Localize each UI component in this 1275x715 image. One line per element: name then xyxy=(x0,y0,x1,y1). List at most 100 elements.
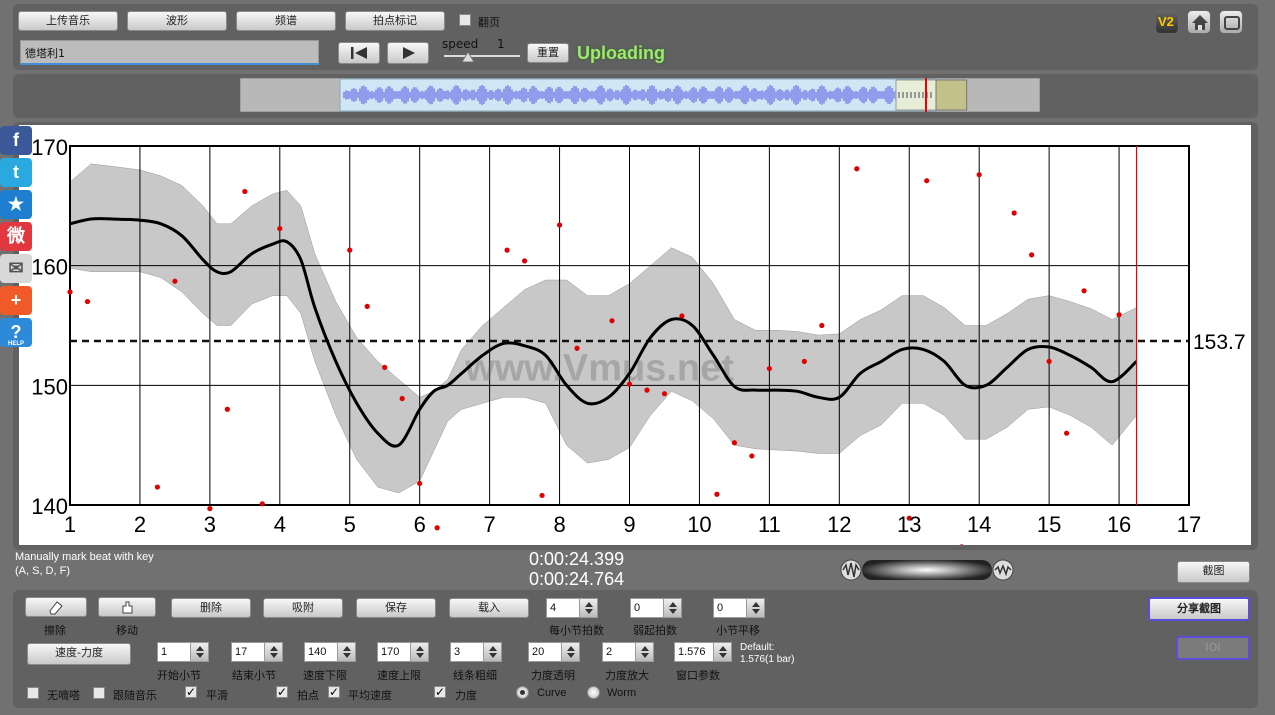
play-button[interactable] xyxy=(387,42,429,64)
beat-point[interactable] xyxy=(714,491,720,497)
beat-point[interactable] xyxy=(224,406,230,412)
follow-music-checkbox[interactable] xyxy=(93,687,105,699)
beat-point[interactable] xyxy=(277,225,283,232)
erase-tool-button[interactable] xyxy=(25,597,87,617)
dyn-scale-value[interactable]: 2 xyxy=(602,642,636,662)
delete-button[interactable]: 删除 xyxy=(171,598,251,618)
line-width-value[interactable]: 3 xyxy=(450,642,484,662)
reset-button[interactable]: 重置 xyxy=(527,43,569,63)
beat-point[interactable] xyxy=(399,395,405,402)
beat-point[interactable] xyxy=(854,166,860,172)
beat-point[interactable] xyxy=(1064,430,1070,436)
beats-per-bar-value[interactable]: 4 xyxy=(546,598,580,618)
dynamics-checkbox[interactable]: ✓ xyxy=(434,686,446,698)
beat-point[interactable] xyxy=(644,387,650,393)
track-name-field[interactable]: 德塔利1 xyxy=(20,40,319,65)
stepper-arrows[interactable] xyxy=(636,642,654,662)
beat-point[interactable] xyxy=(976,172,982,178)
beat-point[interactable] xyxy=(259,501,265,507)
worm-radio[interactable] xyxy=(587,686,600,699)
avg-tempo-checkbox[interactable]: ✓ xyxy=(328,686,340,698)
tempo-dynamics-button[interactable]: 速度-力度 xyxy=(27,643,131,665)
stepper-arrows[interactable] xyxy=(562,642,580,662)
add-icon[interactable]: + xyxy=(0,286,32,315)
stepper-arrows[interactable] xyxy=(411,642,429,662)
beat-point[interactable] xyxy=(924,178,930,184)
volume-control[interactable] xyxy=(840,559,1015,581)
beat-point[interactable] xyxy=(766,365,772,372)
pickup-value[interactable]: 0 xyxy=(630,598,664,618)
speed-slider-thumb[interactable] xyxy=(462,52,474,62)
dyn-scale-stepper[interactable]: 2 xyxy=(602,642,654,662)
fullscreen-button[interactable] xyxy=(1219,10,1243,34)
beat-point[interactable] xyxy=(1011,210,1017,216)
upload-music-button[interactable]: 上传音乐 xyxy=(18,11,118,31)
help-icon[interactable]: ? HELP xyxy=(0,318,32,347)
weibo-icon[interactable]: 微 xyxy=(0,222,32,251)
beat-point[interactable] xyxy=(801,358,807,364)
end-bar-stepper[interactable]: 17 xyxy=(231,642,283,662)
beat-point[interactable] xyxy=(1081,288,1087,294)
scrubber-selection-right[interactable] xyxy=(935,79,968,111)
end-bar-value[interactable]: 17 xyxy=(231,642,265,662)
beat-point[interactable] xyxy=(679,313,685,319)
beat-point[interactable] xyxy=(154,484,161,490)
pickup-stepper[interactable]: 0 xyxy=(630,598,682,618)
stepper-arrows[interactable] xyxy=(265,642,283,662)
stepper-arrows[interactable] xyxy=(714,642,732,662)
bar-shift-value[interactable]: 0 xyxy=(713,598,747,618)
stepper-arrows[interactable] xyxy=(664,598,682,618)
beat-point[interactable] xyxy=(504,247,510,253)
tempo-max-value[interactable]: 170 xyxy=(377,642,411,662)
stepper-arrows[interactable] xyxy=(580,598,598,618)
stepper-arrows[interactable] xyxy=(484,642,502,662)
tap-mark-button[interactable]: 拍点标记 xyxy=(345,11,445,31)
snap-button[interactable]: 吸附 xyxy=(263,598,343,618)
beat-point[interactable] xyxy=(749,453,755,459)
line-width-stepper[interactable]: 3 xyxy=(450,642,502,662)
beat-point[interactable] xyxy=(574,345,580,351)
beat-point[interactable] xyxy=(731,440,738,446)
save-button[interactable]: 保存 xyxy=(356,598,436,618)
tempo-min-value[interactable]: 140 xyxy=(304,642,338,662)
beat-point[interactable] xyxy=(609,318,615,324)
beat-point[interactable] xyxy=(67,289,73,295)
beats-per-bar-stepper[interactable]: 4 xyxy=(546,598,598,618)
load-button[interactable]: 载入 xyxy=(449,598,529,618)
beat-point[interactable] xyxy=(661,391,668,397)
stepper-arrows[interactable] xyxy=(338,642,356,662)
beat-point[interactable] xyxy=(1116,312,1122,318)
bar-shift-stepper[interactable]: 0 xyxy=(713,598,765,618)
ioi-button[interactable]: IOI xyxy=(1176,636,1250,660)
home-button[interactable] xyxy=(1187,10,1211,34)
spectrum-button[interactable]: 频谱 xyxy=(236,11,336,31)
beat-point[interactable] xyxy=(959,544,964,545)
tempo-min-stepper[interactable]: 140 xyxy=(304,642,356,662)
move-tool-button[interactable] xyxy=(98,597,156,617)
waveform-overview[interactable] xyxy=(240,78,1040,112)
share-screenshot-button[interactable]: 分享截图 xyxy=(1148,597,1250,621)
speed-slider[interactable] xyxy=(444,55,520,57)
start-bar-value[interactable]: 1 xyxy=(157,642,191,662)
page-turn-checkbox[interactable] xyxy=(459,14,471,26)
beat-point[interactable] xyxy=(521,258,528,264)
beat-point[interactable] xyxy=(417,480,423,487)
waveform-button[interactable]: 波形 xyxy=(127,11,227,31)
screenshot-button[interactable]: 截图 xyxy=(1177,561,1250,583)
curve-radio[interactable] xyxy=(516,686,529,699)
window-value[interactable]: 1.576 xyxy=(674,642,714,662)
beat-point[interactable] xyxy=(539,492,545,499)
facebook-icon[interactable]: f xyxy=(0,126,32,155)
no-ticks-checkbox[interactable] xyxy=(27,687,39,699)
beat-point[interactable] xyxy=(242,188,248,195)
beat-point[interactable] xyxy=(556,222,563,228)
beats-checkbox[interactable]: ✓ xyxy=(276,686,288,698)
tempo-max-stepper[interactable]: 170 xyxy=(377,642,429,662)
dyn-opacity-stepper[interactable]: 20 xyxy=(528,642,580,662)
twitter-icon[interactable]: t xyxy=(0,158,32,187)
dyn-opacity-value[interactable]: 20 xyxy=(528,642,562,662)
beat-point[interactable] xyxy=(84,298,91,305)
beat-point[interactable] xyxy=(434,525,440,531)
mail-icon[interactable]: ✉ xyxy=(0,254,32,283)
beat-point[interactable] xyxy=(1029,252,1035,258)
